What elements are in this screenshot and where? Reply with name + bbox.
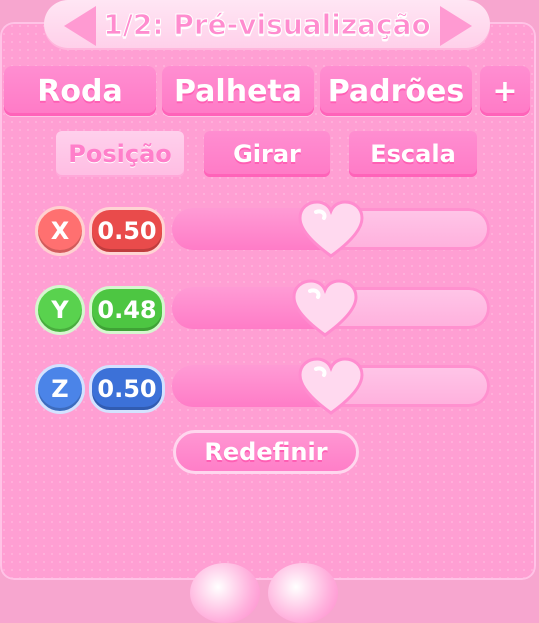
heart-icon[interactable] bbox=[296, 357, 366, 417]
subtab-escala[interactable]: Escala bbox=[349, 131, 477, 177]
chevron-right-icon[interactable] bbox=[440, 6, 472, 46]
chevron-left-icon[interactable] bbox=[64, 6, 96, 46]
z-axis-badge: Z bbox=[35, 364, 85, 414]
x-slider[interactable] bbox=[172, 200, 490, 258]
tab-roda[interactable]: Roda bbox=[4, 66, 156, 116]
tab-more[interactable]: + bbox=[480, 66, 530, 116]
y-axis-badge: Y bbox=[35, 285, 85, 335]
reset-button[interactable]: Redefinir bbox=[173, 430, 359, 474]
y-slider[interactable] bbox=[172, 279, 490, 337]
title-bar: 1/2: Pré-visualização bbox=[44, 0, 490, 48]
tab-padroes[interactable]: Padrões bbox=[320, 66, 472, 116]
subtab-girar[interactable]: Girar bbox=[204, 131, 330, 177]
bottom-orb-left bbox=[190, 563, 260, 623]
z-slider[interactable] bbox=[172, 357, 490, 415]
heart-icon[interactable] bbox=[296, 200, 366, 260]
tab-palheta[interactable]: Palheta bbox=[162, 66, 314, 116]
y-value[interactable]: 0.48 bbox=[89, 286, 165, 334]
subtab-posicao[interactable]: Posição bbox=[56, 131, 184, 177]
x-value[interactable]: 0.50 bbox=[89, 207, 165, 255]
bottom-orb-right bbox=[268, 563, 338, 623]
page-title: 1/2: Pré-visualização bbox=[103, 7, 432, 41]
heart-icon[interactable] bbox=[290, 279, 360, 339]
x-axis-badge: X bbox=[35, 206, 85, 256]
z-value[interactable]: 0.50 bbox=[89, 365, 165, 413]
